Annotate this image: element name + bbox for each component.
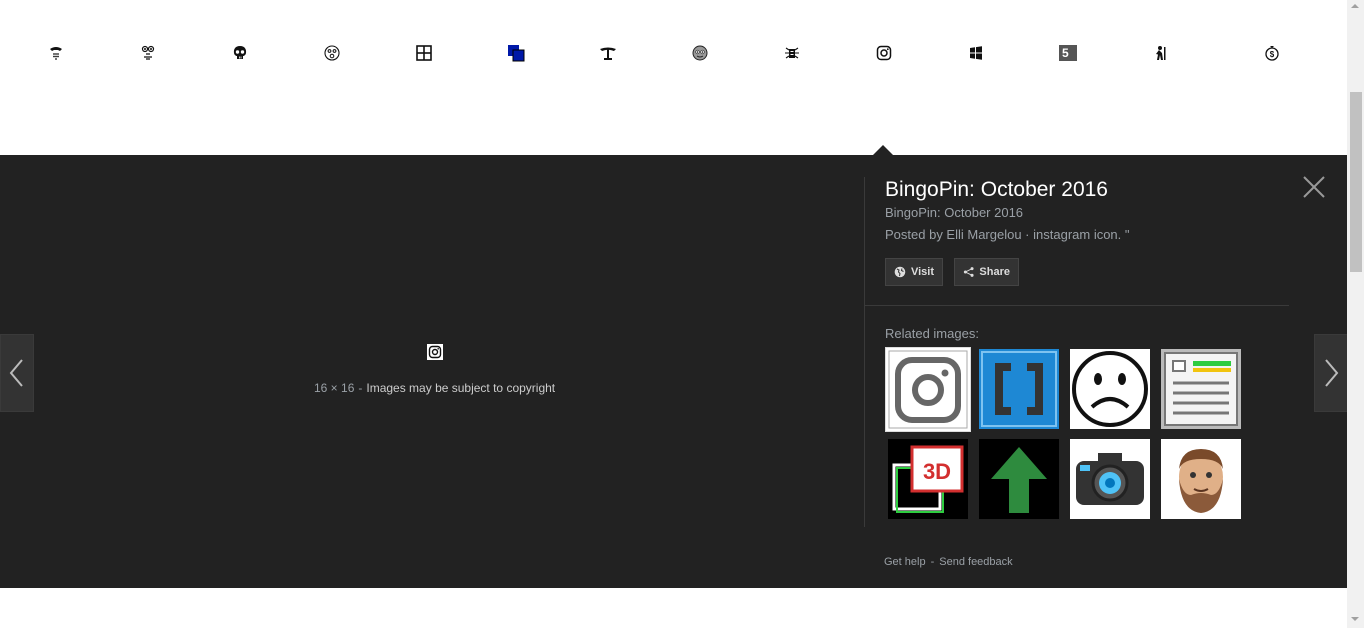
- bug-icon[interactable]: [783, 44, 801, 62]
- related-image-bearded-face[interactable]: [1161, 439, 1241, 519]
- telephone-icon[interactable]: [47, 44, 65, 62]
- copyright-notice: Images may be subject to copyright: [366, 381, 556, 395]
- previous-image-button[interactable]: [0, 334, 34, 412]
- share-icon: [963, 267, 974, 277]
- scale-icon[interactable]: [599, 44, 617, 62]
- face-icon[interactable]: [139, 44, 157, 62]
- smiley-icon[interactable]: [691, 44, 709, 62]
- close-icon: [1303, 176, 1325, 198]
- camera-icon: [1070, 439, 1150, 519]
- viewer-footer: Get help - Send feedback: [884, 556, 1013, 568]
- results-strip: 5 $: [0, 0, 1347, 155]
- green-arrow-up-icon: [979, 439, 1059, 519]
- image-subtitle: BingoPin: October 2016: [885, 205, 1024, 220]
- get-help-link[interactable]: Get help: [884, 556, 926, 568]
- image-title[interactable]: BingoPin: October 2016: [885, 178, 1108, 202]
- document-icon: [1161, 349, 1241, 429]
- related-image-sad-face[interactable]: [1070, 349, 1150, 429]
- image-caption: 16 × 16- Images may be subject to copyrig…: [314, 381, 555, 395]
- brackets-icon: [979, 349, 1059, 429]
- image-dimensions: 16 × 16: [314, 381, 355, 395]
- related-image-document[interactable]: [1161, 349, 1241, 429]
- send-feedback-link[interactable]: Send feedback: [939, 556, 1012, 568]
- svg-text:$: $: [1270, 50, 1275, 59]
- instagram-icon: [427, 344, 443, 360]
- close-button[interactable]: [1302, 175, 1326, 199]
- panel-divider: [864, 177, 865, 527]
- footer-separator: -: [930, 556, 935, 568]
- dollar-coin-icon[interactable]: $: [1263, 44, 1281, 62]
- related-image-3d[interactable]: 3D: [888, 439, 968, 519]
- related-image-brackets[interactable]: [979, 349, 1059, 429]
- figure-icon[interactable]: [1151, 44, 1169, 62]
- number-tile-text: 5: [1059, 45, 1077, 61]
- share-label: Share: [979, 266, 1010, 278]
- visit-button[interactable]: Visit: [885, 258, 943, 286]
- caption-separator: -: [358, 381, 363, 395]
- image-description: Posted by Elli Margelou · instagram icon…: [885, 227, 1130, 242]
- share-button[interactable]: Share: [954, 258, 1019, 286]
- chevron-left-icon: [9, 359, 23, 387]
- 3d-label: 3D: [923, 459, 951, 484]
- chevron-right-icon: [1325, 359, 1339, 387]
- bearded-face-icon: [1161, 439, 1241, 519]
- next-image-button[interactable]: [1314, 334, 1348, 412]
- grid-icon[interactable]: [415, 44, 433, 62]
- skull-icon[interactable]: [231, 44, 249, 62]
- scroll-down-arrow-icon[interactable]: [1351, 617, 1359, 621]
- section-divider: [865, 305, 1289, 306]
- 3d-icon: 3D: [888, 439, 968, 519]
- visit-label: Visit: [910, 266, 934, 278]
- related-image-camera[interactable]: [1070, 439, 1150, 519]
- main-preview-image[interactable]: [427, 344, 443, 360]
- sad-face-icon: [1070, 349, 1150, 429]
- scroll-up-arrow-icon[interactable]: [1351, 4, 1359, 8]
- surprised-face-icon[interactable]: [323, 44, 341, 62]
- related-image-instagram[interactable]: [885, 347, 971, 432]
- related-image-arrow-up[interactable]: [979, 439, 1059, 519]
- scrollbar-thumb[interactable]: [1350, 92, 1362, 272]
- windows-icon[interactable]: [967, 44, 985, 62]
- instagram-icon: [886, 348, 970, 431]
- globe-icon: [894, 266, 906, 278]
- instagram-icon[interactable]: [875, 44, 893, 62]
- selected-result-pointer: [873, 145, 893, 155]
- number-tile-icon[interactable]: 5: [1059, 44, 1077, 62]
- overlapping-squares-icon[interactable]: [507, 44, 525, 62]
- related-images-label: Related images:: [885, 326, 979, 341]
